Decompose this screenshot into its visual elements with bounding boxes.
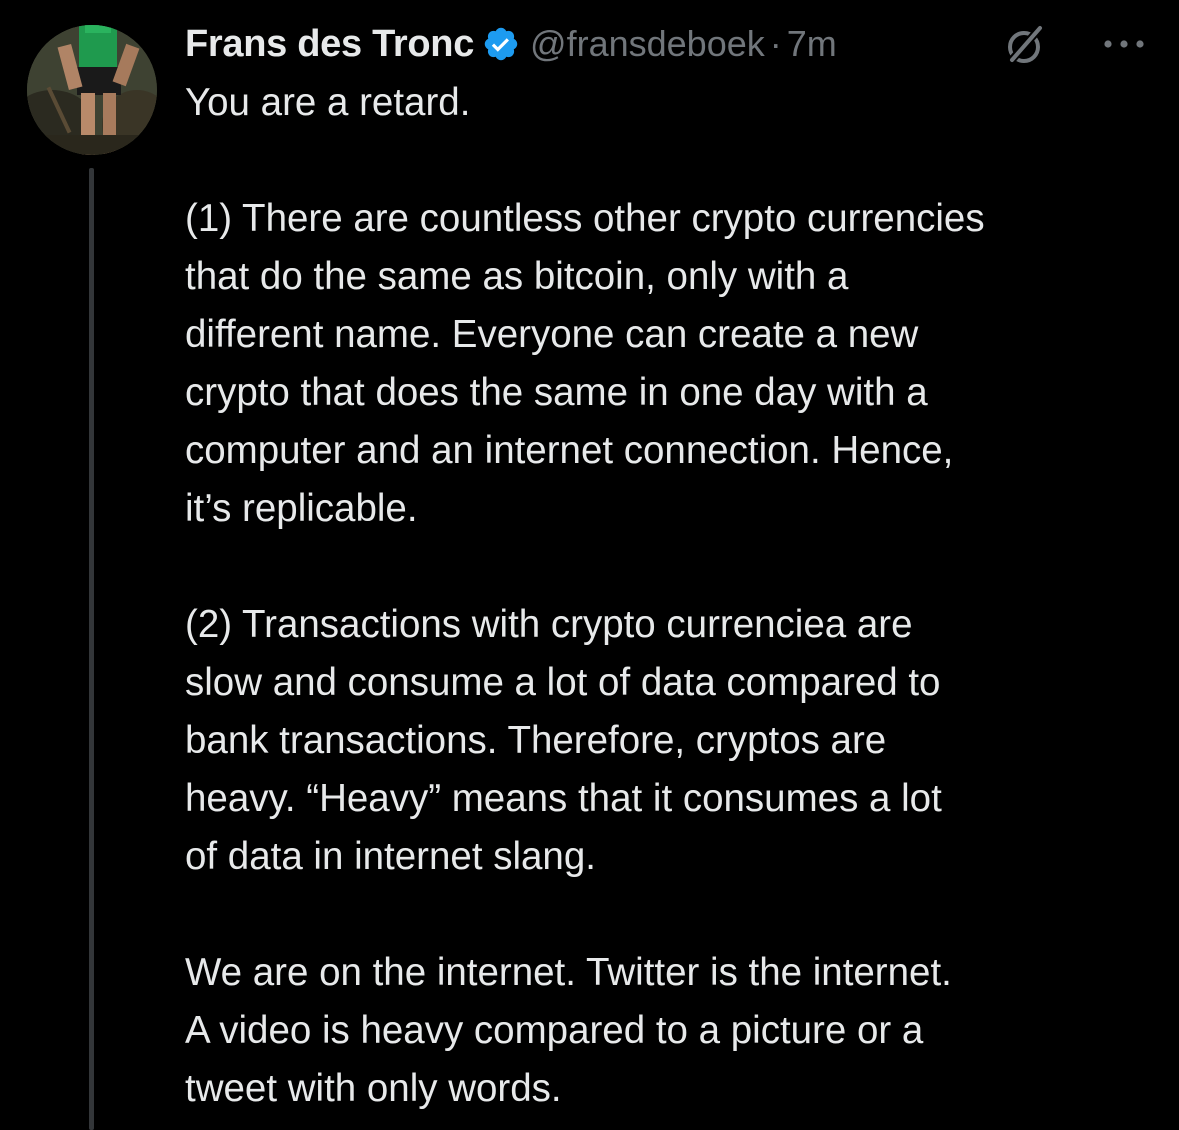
- author-handle[interactable]: @fransdeboek: [530, 23, 765, 65]
- tweet[interactable]: Frans des Tronc @fransdeboek · 7m You ar…: [0, 0, 1179, 1130]
- body-line: slow and consume a lot of data compared …: [185, 661, 941, 704]
- tweet-body: You are a retard. (1) There are countles…: [185, 74, 1145, 1118]
- body-line: (1) There are countless other crypto cur…: [185, 197, 985, 240]
- body-line: (2) Transactions with crypto currenciea …: [185, 603, 913, 646]
- body-line: heavy. “Heavy” means that it consumes a …: [185, 777, 942, 820]
- timestamp[interactable]: 7m: [787, 23, 837, 65]
- separator-dot: ·: [769, 23, 782, 64]
- avatar[interactable]: [27, 25, 157, 155]
- body-line: tweet with only words.: [185, 1067, 562, 1110]
- body-line: it’s replicable.: [185, 487, 418, 530]
- body-line: bank transactions. Therefore, cryptos ar…: [185, 719, 887, 762]
- thread-line: [89, 168, 94, 1130]
- more-options-icon[interactable]: [1102, 37, 1146, 51]
- grok-icon[interactable]: [1000, 22, 1048, 70]
- body-line: different name. Everyone can create a ne…: [185, 313, 919, 356]
- tweet-header: Frans des Tronc @fransdeboek · 7m: [185, 18, 837, 70]
- verified-badge-icon[interactable]: [482, 25, 520, 63]
- body-line: of data in internet slang.: [185, 835, 596, 878]
- body-line: that do the same as bitcoin, only with a: [185, 255, 849, 298]
- body-line: A video is heavy compared to a picture o…: [185, 1009, 924, 1052]
- body-line: crypto that does the same in one day wit…: [185, 371, 928, 414]
- body-line: computer and an internet connection. Hen…: [185, 429, 954, 472]
- author-display-name[interactable]: Frans des Tronc: [185, 23, 474, 66]
- body-line: You are a retard.: [185, 81, 471, 124]
- body-line: We are on the internet. Twitter is the i…: [185, 951, 952, 994]
- avatar-image: [27, 25, 157, 155]
